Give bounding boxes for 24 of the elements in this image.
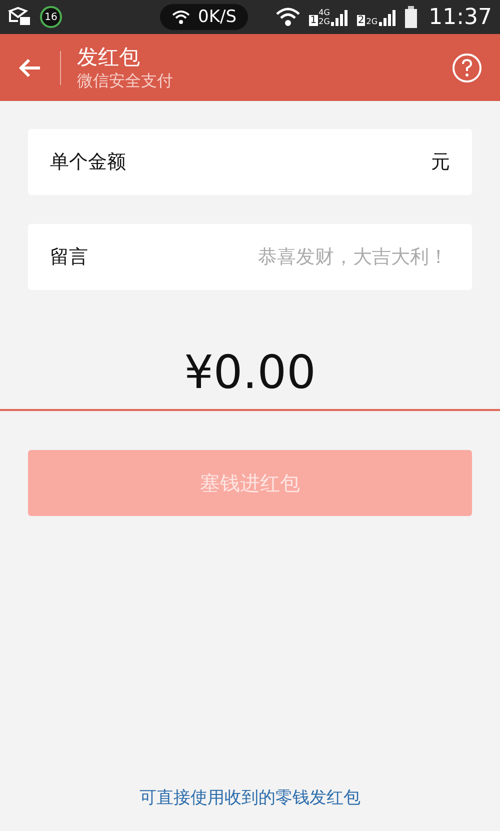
mail-icon xyxy=(8,7,32,27)
network-type: 4G xyxy=(318,8,330,17)
wifi-icon xyxy=(172,10,190,24)
network-type: 2G xyxy=(318,17,330,26)
wifi-icon xyxy=(275,7,302,27)
sim-number: 1 xyxy=(309,15,318,26)
signal-icon xyxy=(330,8,349,26)
page-title: 发红包 xyxy=(77,44,141,70)
message-field[interactable]: 恭喜发财，大吉大利！ xyxy=(206,245,450,269)
amount-text: ¥0.00 xyxy=(183,345,317,399)
field-label: 留言 xyxy=(50,245,89,270)
help-icon[interactable] xyxy=(452,52,482,82)
field-label: 单个金额 xyxy=(50,150,127,175)
sim-number: 2 xyxy=(356,15,366,26)
speed-text: 0K/S xyxy=(198,7,236,27)
network-type: 2G xyxy=(366,17,378,26)
clock-text: 11:37 xyxy=(428,4,492,30)
back-icon[interactable] xyxy=(18,56,42,78)
unit-label: 元 xyxy=(431,150,450,175)
signal-icon xyxy=(378,8,397,26)
battery-icon xyxy=(404,6,417,28)
notification-badge: 16 xyxy=(40,6,62,28)
page-subtitle: 微信安全支付 xyxy=(77,70,174,92)
info-link[interactable]: 可直接使用收到的零钱发红包 xyxy=(140,786,360,809)
